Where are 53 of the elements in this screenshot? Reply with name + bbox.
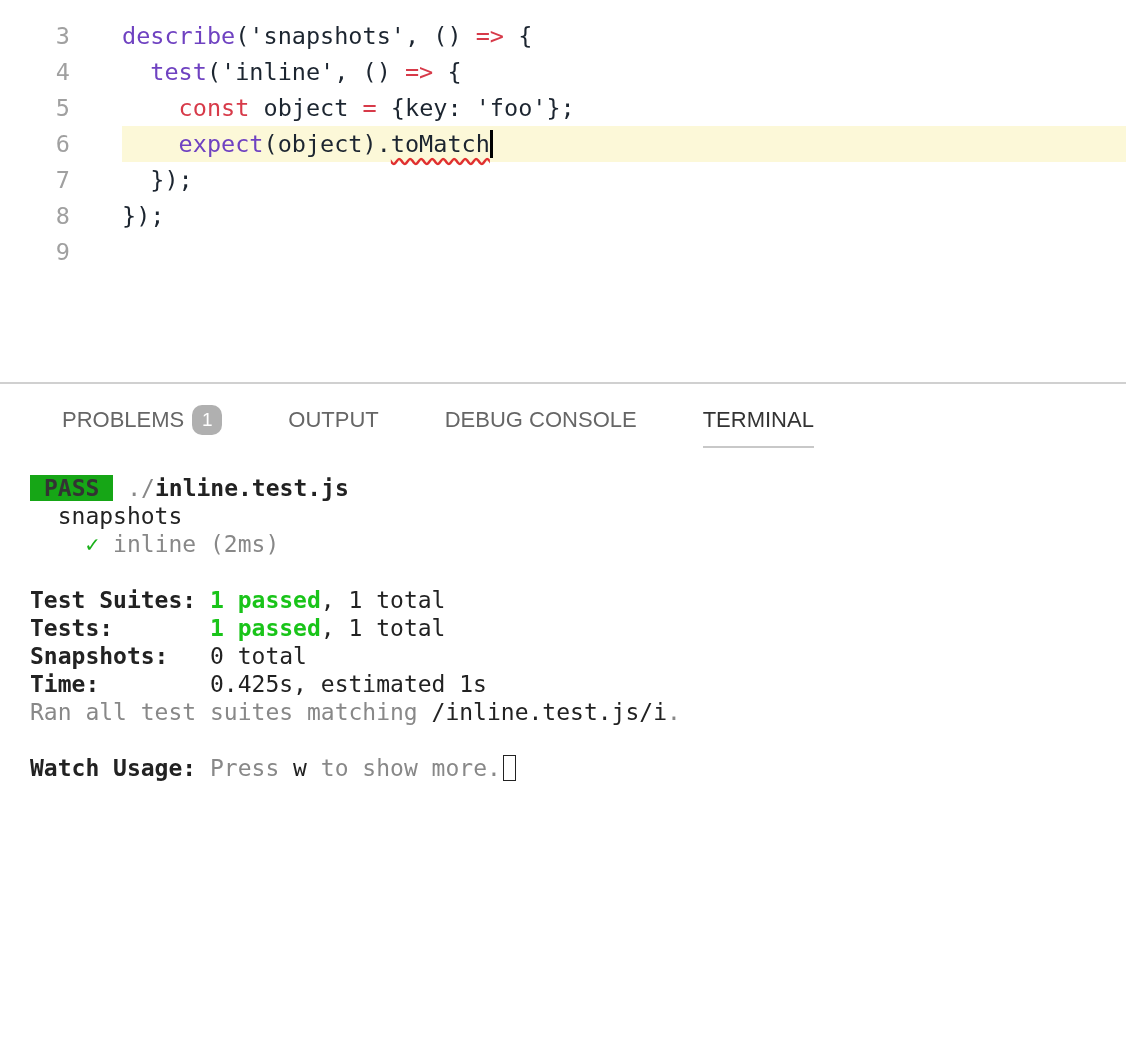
line-number: 4 bbox=[54, 58, 71, 86]
passed-count: 1 passed bbox=[210, 586, 321, 614]
function-name: test bbox=[149, 57, 207, 88]
output-text: Ran all test suites matching bbox=[30, 698, 419, 726]
output-text: 0 total bbox=[210, 642, 307, 670]
function-name: describe bbox=[122, 21, 236, 52]
error-token: toMatch bbox=[390, 129, 490, 160]
output-text: inline (2ms) bbox=[112, 530, 280, 558]
keyword: = bbox=[362, 93, 377, 124]
count-badge: 1 bbox=[192, 405, 223, 435]
code-text: ('snapshots', () bbox=[235, 21, 463, 52]
output-text: , 1 total bbox=[320, 586, 446, 614]
panel-tab[interactable]: DEBUG CONSOLE bbox=[444, 402, 637, 448]
pass-badge: PASS bbox=[30, 475, 114, 501]
keyword: const bbox=[177, 93, 250, 124]
code-text: { bbox=[446, 57, 462, 88]
check-mark: ✓ bbox=[84, 530, 100, 558]
output-text: , 1 total bbox=[320, 614, 446, 642]
text-cursor bbox=[489, 130, 493, 158]
label-text: Time: bbox=[30, 670, 101, 698]
line-number: 3 bbox=[54, 22, 71, 50]
output-text: /inline.test.js/i bbox=[431, 698, 667, 726]
line-number: 6 bbox=[54, 130, 71, 158]
keyword: => bbox=[404, 57, 434, 88]
code-text: ('inline', () bbox=[206, 57, 392, 88]
passed-count: 1 passed bbox=[210, 614, 321, 642]
panel-tab[interactable]: TERMINAL bbox=[702, 402, 814, 448]
code-text: }); bbox=[149, 165, 193, 196]
line-number: 5 bbox=[54, 94, 71, 122]
code-text: }); bbox=[122, 201, 165, 232]
output-text: . bbox=[667, 698, 681, 726]
output-text: Press bbox=[210, 754, 281, 782]
function-name: expect bbox=[177, 129, 264, 160]
output-text: 0.425s, estimated 1s bbox=[210, 670, 487, 698]
line-number: 7 bbox=[54, 166, 71, 194]
code-text: {key: 'foo'}; bbox=[389, 93, 575, 124]
output-text: ./ bbox=[126, 474, 155, 502]
label-text: inline.test.js bbox=[154, 474, 349, 502]
label-text: Snapshots: bbox=[30, 642, 170, 670]
output-text: w bbox=[293, 754, 307, 782]
panel-tab[interactable]: PROBLEMS 1 bbox=[62, 402, 223, 448]
output-text: snapshots bbox=[56, 502, 183, 530]
code-text: object bbox=[262, 93, 350, 124]
label-text: Tests: bbox=[30, 614, 115, 642]
line-number: 9 bbox=[54, 238, 71, 266]
code-text: { bbox=[517, 21, 533, 52]
label-text: Test Suites: bbox=[30, 586, 198, 614]
line-number: 8 bbox=[54, 202, 71, 230]
panel-tab[interactable]: OUTPUT bbox=[288, 402, 379, 448]
code-text: (object). bbox=[263, 129, 391, 160]
keyword: => bbox=[475, 21, 504, 52]
label-text: Watch Usage: bbox=[30, 754, 198, 782]
output-text: to show more. bbox=[319, 754, 501, 782]
